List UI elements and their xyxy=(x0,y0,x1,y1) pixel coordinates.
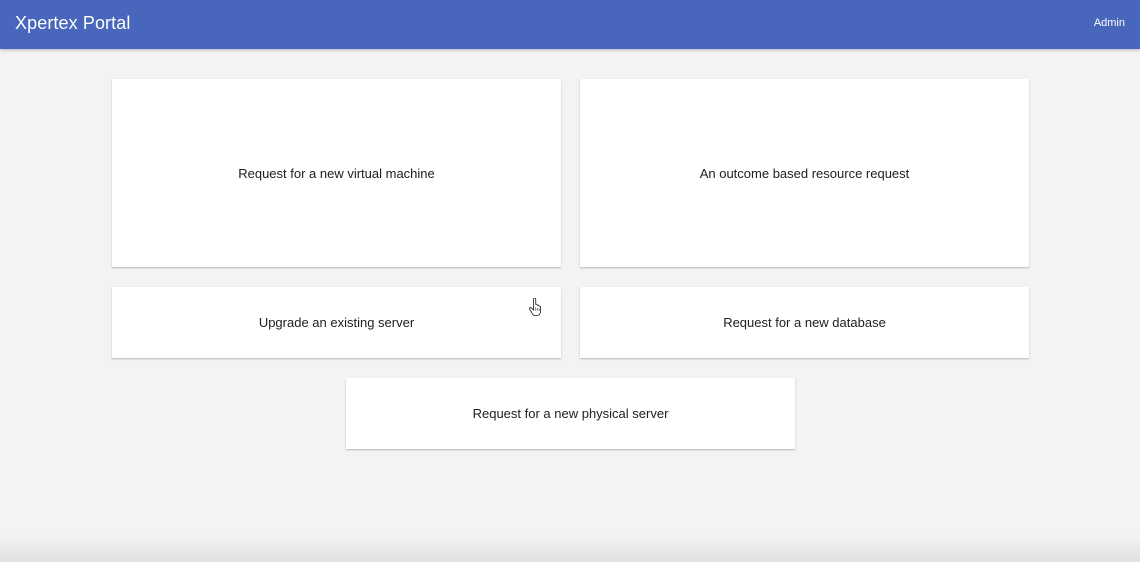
card-new-virtual-machine[interactable]: Request for a new virtual machine xyxy=(112,79,561,267)
user-menu[interactable]: Admin xyxy=(1094,16,1125,30)
card-upgrade-existing-server[interactable]: Upgrade an existing server xyxy=(112,287,561,358)
card-outcome-based-resource-request[interactable]: An outcome based resource request xyxy=(580,79,1029,267)
app-title[interactable]: Xpertex Portal xyxy=(15,12,130,34)
card-label: Request for a new physical server xyxy=(472,406,669,421)
app-bar: Xpertex Portal Admin xyxy=(0,0,1140,49)
card-label: Request for a new database xyxy=(723,315,886,330)
bottom-edge-shade xyxy=(0,535,1140,562)
card-new-database[interactable]: Request for a new database xyxy=(580,287,1029,358)
card-label: An outcome based resource request xyxy=(699,165,910,181)
card-new-physical-server[interactable]: Request for a new physical server xyxy=(346,378,795,449)
hand-pointer-icon xyxy=(529,298,542,316)
card-label: Upgrade an existing server xyxy=(258,315,415,330)
card-label: Request for a new virtual machine xyxy=(238,165,435,181)
